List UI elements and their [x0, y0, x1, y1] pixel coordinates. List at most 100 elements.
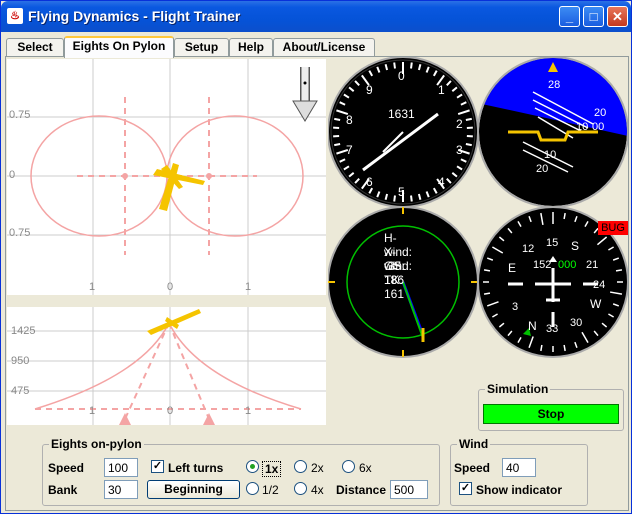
- gauge-tick: [465, 143, 472, 147]
- y-tick-label: 1425: [11, 325, 36, 337]
- rate-4x-radio[interactable]: [294, 482, 307, 495]
- heading-readout: 152: [533, 259, 552, 271]
- rate-half-radio[interactable]: [246, 482, 259, 495]
- bug-toggle[interactable]: BUG: [598, 221, 628, 235]
- pitch-label: 10: [544, 149, 557, 161]
- clock-number: 7: [346, 143, 353, 157]
- app-icon: ♨: [7, 8, 23, 24]
- tab-eights-on-pylon[interactable]: Eights On Pylon: [64, 36, 174, 58]
- tk-readout: TK: 161: [384, 273, 405, 301]
- rate-2x-label: 2x: [311, 461, 324, 475]
- heading-mark: W: [590, 297, 602, 311]
- bug-label: BUG: [601, 222, 625, 234]
- rate-2x-radio[interactable]: [294, 460, 307, 473]
- distance-label: Distance: [336, 483, 387, 497]
- bank-label: Bank: [48, 483, 78, 497]
- heading-mark: 24: [593, 279, 606, 291]
- heading-mark: 21: [586, 259, 599, 271]
- wind-speed-input[interactable]: 40: [502, 458, 536, 477]
- rate-1x-radio[interactable]: [246, 460, 259, 473]
- y-tick-label: 0: [9, 169, 16, 181]
- minimize-button[interactable]: _: [559, 6, 580, 27]
- pitch-label: 10: [576, 121, 589, 133]
- rate-half-label: 1/2: [262, 483, 279, 497]
- heading-mark: 3: [512, 301, 519, 313]
- wind-speed-label: Speed: [454, 461, 491, 475]
- clock-number: 9: [366, 83, 373, 97]
- stop-button[interactable]: Stop: [483, 404, 619, 424]
- heading-mark: 33: [546, 323, 559, 335]
- pitch-label: 28: [548, 79, 561, 91]
- x-tick-label: 1: [245, 281, 252, 293]
- gauge-tick: [615, 269, 623, 272]
- clock-number: 5: [398, 185, 405, 199]
- heading-mark: 15: [546, 237, 559, 249]
- x-tick-label: 0: [167, 405, 174, 417]
- y-tick-label: 0.75: [9, 227, 31, 239]
- rate-4x-label: 4x: [311, 483, 324, 497]
- x-tick-label: 0: [167, 281, 174, 293]
- clock-readout: 1631: [388, 107, 415, 121]
- show-indicator-checkbox[interactable]: ✓: [459, 482, 472, 495]
- title-bar[interactable]: ♨ Flying Dynamics - Flight Trainer _ □ ✕: [1, 1, 631, 32]
- gauge-tick: [563, 344, 566, 352]
- gauge-tick: [393, 62, 396, 69]
- clock-number: 0: [398, 69, 405, 83]
- altitude-plot: 1425 950 475 1 0 1: [7, 307, 326, 425]
- gauge-tick: [563, 212, 566, 220]
- heading-readout-2: 000: [558, 259, 577, 271]
- x-tick-label: 1: [89, 281, 96, 293]
- tab-setup[interactable]: Setup: [174, 38, 229, 57]
- gauge-tick: [465, 117, 472, 121]
- window-title: Flying Dynamics - Flight Trainer: [28, 8, 241, 24]
- gauge-tick: [334, 117, 341, 121]
- maximize-button[interactable]: □: [583, 6, 604, 27]
- distance-input[interactable]: 500: [390, 480, 428, 499]
- clock-number: 8: [346, 113, 353, 127]
- gauge-tick: [410, 62, 413, 69]
- heading-mark: 30: [570, 317, 583, 329]
- heading-mark: E: [508, 261, 517, 275]
- y-tick-label: 475: [11, 385, 30, 397]
- y-tick-label: 950: [11, 355, 30, 367]
- eights-title: Eights on-pylon: [49, 437, 144, 451]
- bank-input[interactable]: 30: [104, 480, 138, 499]
- wind-title: Wind: [457, 437, 491, 451]
- ground-track-plot: 0.75 0 0.75 1 0 1: [7, 59, 326, 295]
- clock-number: 3: [456, 143, 463, 157]
- left-turns-label: Left turns: [168, 461, 224, 475]
- speed-label: Speed: [48, 461, 85, 475]
- app-window: ♨ Flying Dynamics - Flight Trainer _ □ ✕…: [0, 0, 632, 514]
- clock-number: 2: [456, 117, 463, 131]
- clock-number: 6: [366, 175, 373, 189]
- gauge-tick: [334, 143, 341, 147]
- show-indicator-label: Show indicator: [476, 483, 563, 497]
- simulation-title: Simulation: [485, 382, 551, 396]
- clock-number: 4: [438, 175, 445, 189]
- gauge-tick: [540, 344, 543, 352]
- heading-mark: 12: [522, 243, 535, 255]
- y-tick-label: 0.75: [9, 109, 31, 121]
- rate-1x-label: 1x: [262, 461, 282, 477]
- gauge-tick: [483, 292, 491, 295]
- x-tick-label: 1: [89, 405, 96, 417]
- close-button[interactable]: ✕: [607, 6, 628, 27]
- tab-panel: 0.75 0 0.75 1 0 1 1425 950 475 1 0 1 0 1…: [5, 56, 629, 511]
- pitch-label: 00: [592, 121, 605, 133]
- gauge-tick: [393, 195, 396, 202]
- pitch-label: 20: [594, 107, 607, 119]
- beginning-button[interactable]: Beginning: [147, 480, 240, 499]
- left-turns-checkbox[interactable]: ✓: [151, 460, 164, 473]
- rate-6x-radio[interactable]: [342, 460, 355, 473]
- speed-input[interactable]: 100: [104, 458, 138, 477]
- tab-about-license[interactable]: About/License: [273, 38, 375, 57]
- rate-6x-label: 6x: [359, 461, 372, 475]
- tab-select[interactable]: Select: [6, 38, 64, 57]
- gauge-tick: [410, 195, 413, 202]
- heading-mark: N: [528, 319, 537, 333]
- heading-mark: S: [571, 239, 580, 253]
- clock-number: 1: [438, 83, 445, 97]
- pitch-label: 20: [536, 163, 549, 175]
- tab-help[interactable]: Help: [229, 38, 273, 57]
- gauge-tick: [483, 269, 491, 272]
